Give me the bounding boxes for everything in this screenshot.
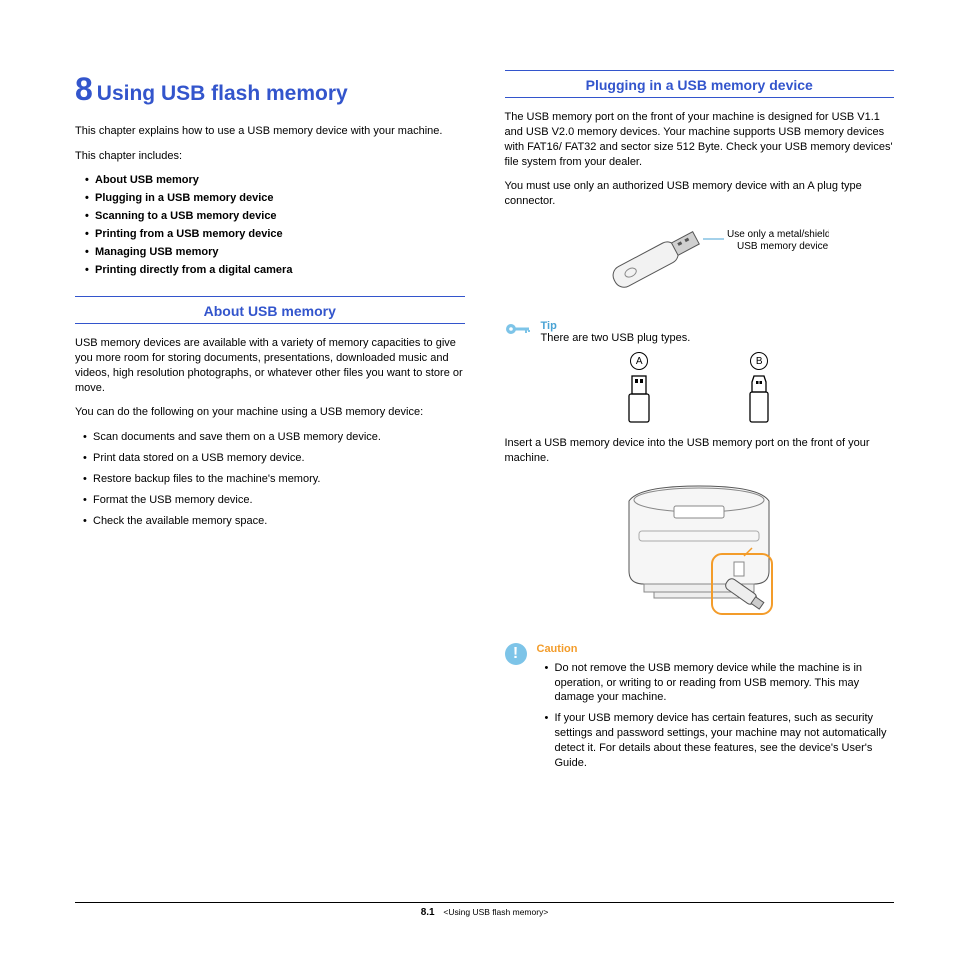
section-rule (505, 70, 895, 71)
section-title-plug: Plugging in a USB memory device (505, 73, 895, 98)
plug-type-a: A (624, 352, 654, 424)
section-rule (75, 296, 465, 297)
tip-content: Tip There are two USB plug types. (541, 320, 691, 344)
chapter-title-text: Using USB flash memory (97, 82, 348, 105)
usb-drive-icon: Use only a metal/shielded USB memory dev… (569, 219, 829, 299)
intro-paragraph-2: This chapter includes: (75, 149, 465, 164)
list-item: Print data stored on a USB memory device… (83, 451, 465, 466)
two-column-layout: 8Using USB flash memory This chapter exp… (75, 70, 894, 781)
chapter-toc: About USB memory Plugging in a USB memor… (75, 174, 465, 276)
list-item: Check the available memory space. (83, 514, 465, 529)
page-number: 8.1 (421, 907, 435, 918)
left-column: 8Using USB flash memory This chapter exp… (75, 70, 465, 781)
plug-types-figure: A B (505, 352, 895, 424)
list-item: Format the USB memory device. (83, 493, 465, 508)
plug-type-b: B (744, 352, 774, 424)
usb-a-plug-icon (624, 374, 654, 424)
plug-b-label: B (750, 352, 768, 370)
about-paragraph-1: USB memory devices are available with a … (75, 336, 465, 395)
plug-paragraph-2: You must use only an authorized USB memo… (505, 179, 895, 209)
callout-line-2: USB memory device. (737, 241, 829, 252)
right-column: Plugging in a USB memory device The USB … (505, 70, 895, 781)
toc-item[interactable]: Printing from a USB memory device (85, 228, 465, 240)
tip-text: There are two USB plug types. (541, 332, 691, 344)
list-item: Restore backup files to the machine's me… (83, 472, 465, 487)
caution-list: Do not remove the USB memory device whil… (537, 661, 895, 771)
list-item: If your USB memory device has certain fe… (545, 711, 895, 770)
toc-item[interactable]: Managing USB memory (85, 246, 465, 258)
plug-a-label: A (630, 352, 648, 370)
printer-icon (594, 476, 804, 626)
chapter-number: 8 (75, 71, 93, 107)
toc-item[interactable]: About USB memory (85, 174, 465, 186)
tip-label: Tip (541, 320, 691, 332)
toc-item[interactable]: Printing directly from a digital camera (85, 264, 465, 276)
tip-block: Tip There are two USB plug types. (505, 320, 895, 344)
list-item: Do not remove the USB memory device whil… (545, 661, 895, 706)
about-paragraph-2: You can do the following on your machine… (75, 405, 465, 420)
caution-block: ! Caution Do not remove the USB memory d… (505, 643, 895, 781)
usb-b-plug-icon (744, 374, 774, 424)
plug-paragraph-1: The USB memory port on the front of your… (505, 110, 895, 169)
callout-line-1: Use only a metal/shielded (727, 229, 829, 240)
caution-label: Caution (537, 643, 895, 655)
page-crumb: <Using USB flash memory> (443, 907, 548, 917)
usb-drive-figure: Use only a metal/shielded USB memory dev… (505, 219, 895, 302)
caution-content: Caution Do not remove the USB memory dev… (537, 643, 895, 781)
toc-item[interactable]: Plugging in a USB memory device (85, 192, 465, 204)
intro-paragraph-1: This chapter explains how to use a USB m… (75, 124, 465, 139)
plug-paragraph-3: Insert a USB memory device into the USB … (505, 436, 895, 466)
page-footer: 8.1 <Using USB flash memory> (75, 902, 894, 918)
list-item: Scan documents and save them on a USB me… (83, 430, 465, 445)
toc-item[interactable]: Scanning to a USB memory device (85, 210, 465, 222)
section-title-about: About USB memory (75, 299, 465, 324)
chapter-title: 8Using USB flash memory (75, 70, 465, 108)
exclamation-icon: ! (505, 643, 527, 665)
about-feature-list: Scan documents and save them on a USB me… (75, 430, 465, 528)
manual-page: 8Using USB flash memory This chapter exp… (0, 0, 954, 954)
key-icon (505, 322, 531, 336)
printer-figure (505, 476, 895, 629)
